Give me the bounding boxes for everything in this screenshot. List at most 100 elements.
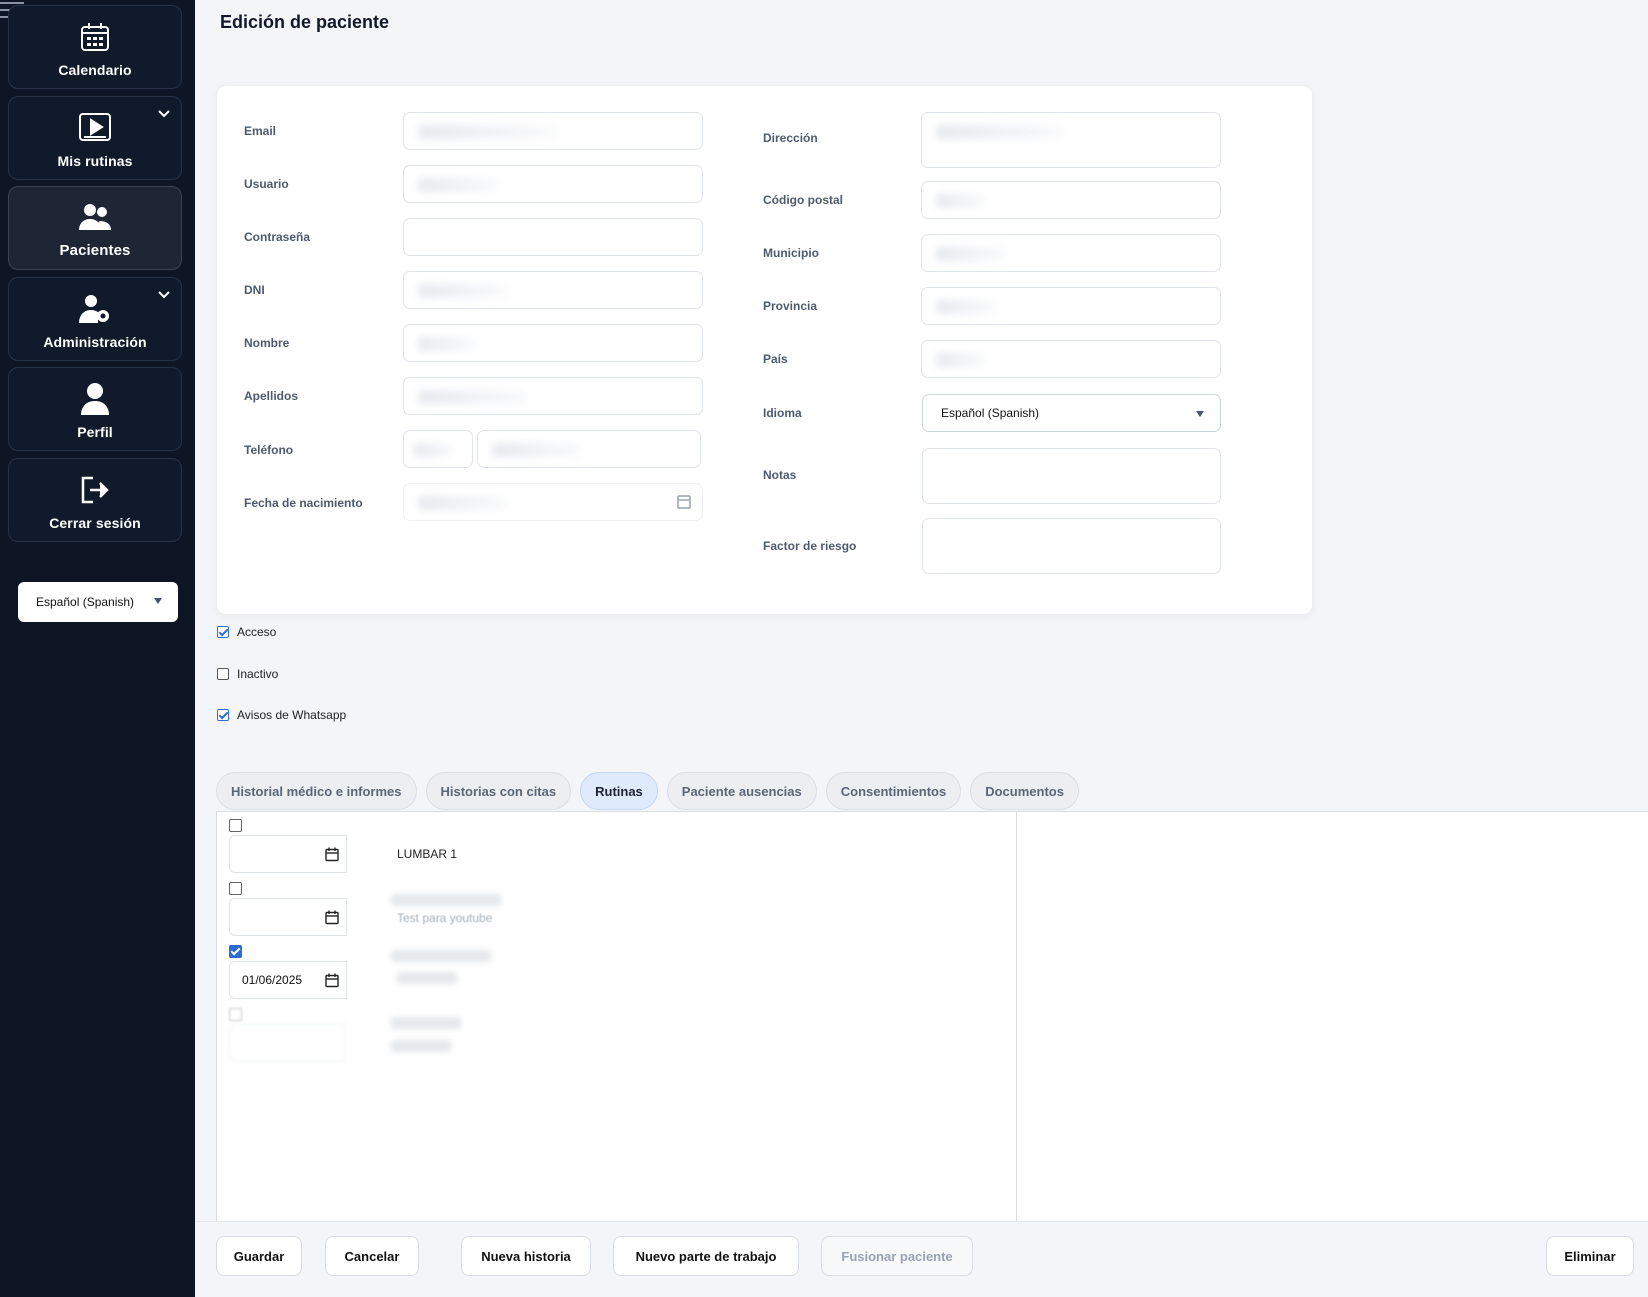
new-work-report-button[interactable]: Nuevo parte de trabajo	[613, 1236, 799, 1276]
fecha-nacimiento-label: Fecha de nacimiento	[244, 496, 363, 510]
blurred-text	[391, 950, 491, 962]
inactivo-checkbox[interactable]: Inactivo	[217, 667, 278, 681]
idioma-select[interactable]: Español (Spanish)	[922, 394, 1221, 432]
chevron-down-icon[interactable]	[157, 290, 171, 300]
tab-historias-citas[interactable]: Historias con citas	[425, 772, 572, 810]
new-history-button[interactable]: Nueva historia	[461, 1236, 591, 1276]
routine-checkbox[interactable]	[229, 945, 242, 958]
sidebar: Calendario Mis rutinas Pacientes Adminis…	[0, 0, 195, 1297]
direccion-input[interactable]	[921, 112, 1221, 168]
password-input[interactable]	[403, 218, 703, 256]
codigo-postal-input[interactable]	[921, 181, 1221, 219]
telefono-prefix-select[interactable]	[403, 430, 473, 468]
fecha-nacimiento-input[interactable]	[403, 483, 703, 521]
email-label: Email	[244, 124, 277, 138]
page-title: Edición de paciente	[220, 12, 390, 32]
chevron-down-icon[interactable]	[157, 109, 171, 119]
sidebar-item-label: Mis rutinas	[57, 153, 133, 169]
password-label: Contraseña	[244, 230, 311, 244]
apellidos-input[interactable]	[403, 377, 703, 415]
sidebar-item-perfil[interactable]: Perfil	[8, 367, 182, 451]
telefono-input[interactable]	[477, 430, 701, 468]
sidebar-item-administracion[interactable]: Administración	[8, 277, 182, 361]
acceso-label: Acceso	[237, 625, 277, 639]
tab-paciente-ausencias[interactable]: Paciente ausencias	[666, 772, 817, 810]
patient-tabs: Historial médico e informes Historias co…	[216, 772, 1088, 810]
cancel-button[interactable]: Cancelar	[325, 1236, 419, 1276]
provincia-label: Provincia	[763, 299, 818, 313]
rutinas-panel: LUMBAR 1 Test para youtube 01/06/2025	[216, 811, 1648, 1222]
save-button[interactable]: Guardar	[216, 1236, 302, 1276]
sidebar-item-cerrar-sesion[interactable]: Cerrar sesión	[8, 458, 182, 542]
idioma-label: Idioma	[763, 406, 802, 420]
municipio-label: Municipio	[763, 246, 819, 260]
dni-input[interactable]	[403, 271, 703, 309]
inactivo-label: Inactivo	[237, 667, 279, 681]
sidebar-item-label: Administración	[43, 334, 147, 350]
merge-patient-button[interactable]: Fusionar paciente	[821, 1236, 973, 1276]
sidebar-item-label: Cerrar sesión	[49, 515, 141, 531]
direccion-label: Dirección	[763, 131, 818, 145]
panel-divider	[1016, 812, 1017, 1222]
provincia-input[interactable]	[921, 287, 1221, 325]
tab-rutinas[interactable]: Rutinas	[580, 772, 658, 810]
calendar-icon[interactable]	[317, 835, 347, 873]
email-input[interactable]	[403, 112, 703, 150]
routine-name: Test para youtube	[397, 911, 493, 925]
notas-label: Notas	[763, 468, 797, 482]
sidebar-item-pacientes[interactable]: Pacientes	[8, 186, 182, 270]
idioma-select-value: Español (Spanish)	[941, 406, 1040, 420]
sidebar-item-label: Calendario	[58, 62, 132, 78]
blurred-text	[391, 894, 501, 906]
dni-label: DNI	[244, 283, 265, 297]
codigo-postal-label: Código postal	[763, 193, 843, 207]
blurred-text	[397, 972, 457, 984]
routine-name: LUMBAR 1	[397, 847, 458, 861]
factor-riesgo-textarea[interactable]	[922, 518, 1221, 574]
tab-consentimientos[interactable]: Consentimientos	[825, 772, 962, 810]
tab-documentos[interactable]: Documentos	[970, 772, 1079, 810]
caret-down-icon	[154, 598, 162, 604]
routine-checkbox[interactable]	[229, 882, 242, 895]
routine-date-input[interactable]	[229, 1024, 345, 1062]
pais-label: País	[763, 352, 788, 366]
nombre-label: Nombre	[244, 336, 290, 350]
sidebar-item-label: Perfil	[77, 424, 113, 440]
logout-icon	[78, 473, 112, 507]
calendar-icon[interactable]	[317, 961, 347, 999]
routine-checkbox[interactable]	[229, 819, 242, 832]
whatsapp-checkbox[interactable]: Avisos de Whatsapp	[217, 708, 346, 722]
nombre-input[interactable]	[403, 324, 703, 362]
calendar-icon[interactable]	[317, 898, 347, 936]
sidebar-item-label: Pacientes	[59, 242, 131, 259]
calendar-icon[interactable]	[677, 493, 691, 514]
caret-down-icon	[1196, 411, 1204, 417]
telefono-label: Teléfono	[244, 443, 294, 457]
checkbox-whatsapp[interactable]	[217, 709, 229, 721]
language-select[interactable]: Español (Spanish)	[18, 582, 178, 622]
blurred-text	[391, 1017, 461, 1029]
checkbox-acceso[interactable]	[217, 626, 229, 638]
tab-historial-medico[interactable]: Historial médico e informes	[216, 772, 417, 810]
blurred-text	[391, 1040, 451, 1052]
apellidos-label: Apellidos	[244, 389, 299, 403]
sidebar-item-mis-rutinas[interactable]: Mis rutinas	[8, 96, 182, 180]
usuario-input[interactable]	[403, 165, 703, 203]
sidebar-item-calendario[interactable]: Calendario	[8, 5, 182, 89]
factor-riesgo-label: Factor de riesgo	[763, 539, 857, 553]
routine-checkbox[interactable]	[229, 1008, 242, 1021]
user-icon	[78, 382, 112, 416]
calendar-icon	[78, 20, 112, 54]
delete-button[interactable]: Eliminar	[1546, 1236, 1634, 1276]
video-play-icon	[78, 111, 112, 145]
language-select-value: Español (Spanish)	[36, 595, 135, 609]
patient-form-card: Email Usuario Contraseña DNI Nombre Apel…	[216, 85, 1313, 615]
checkbox-inactivo[interactable]	[217, 668, 229, 680]
notas-textarea[interactable]	[922, 448, 1221, 504]
pais-input[interactable]	[921, 340, 1221, 378]
user-gear-icon	[78, 292, 112, 326]
acceso-checkbox[interactable]: Acceso	[217, 625, 276, 639]
usuario-label: Usuario	[244, 177, 289, 191]
users-icon	[78, 200, 112, 234]
municipio-input[interactable]	[921, 234, 1221, 272]
